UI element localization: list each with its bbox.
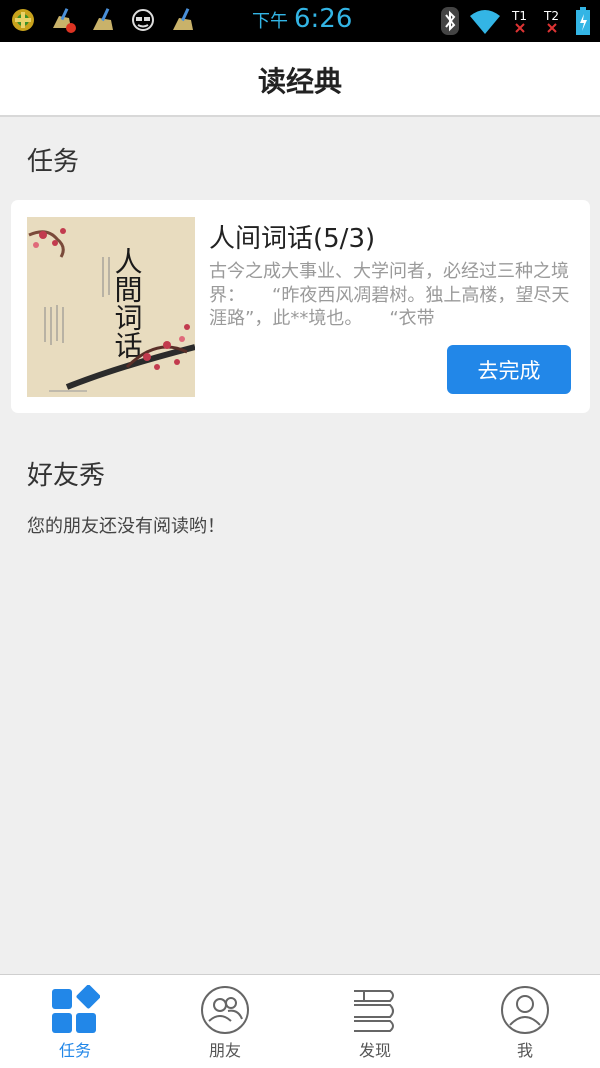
- books-icon: [354, 990, 394, 1032]
- tab-tasks[interactable]: 任务: [0, 975, 150, 1068]
- tab-me-label: 我: [516, 1041, 533, 1060]
- book-title[interactable]: 人间词话(5/3): [209, 218, 375, 255]
- tab-friends-label: 朋友: [208, 1041, 241, 1060]
- cleaner-icon: [88, 5, 118, 35]
- wifi-icon: [470, 10, 500, 34]
- svg-text:T1: T1: [511, 9, 527, 23]
- sim1-no-signal-icon: T1: [511, 9, 527, 33]
- complete-task-button[interactable]: 去完成: [447, 345, 571, 394]
- bottom-tab-bar: 任务 朋友 发现 我: [0, 974, 600, 1068]
- friends-icon: [201, 986, 249, 1034]
- task-card[interactable]: 人間词话 人间词话(5/3) 古今之成大事业、大学问者，必经过三种之境界： “昨…: [11, 200, 590, 413]
- tab-friends[interactable]: 朋友: [150, 975, 300, 1068]
- friends-empty-message: 您的朋友还没有阅读哟！: [27, 516, 225, 537]
- cleaner-icon-2: [168, 5, 198, 35]
- status-ampm: 下午: [252, 11, 288, 32]
- svg-text:T2: T2: [543, 9, 559, 23]
- status-time: 6:26: [294, 4, 353, 34]
- notification-icons: [8, 5, 198, 35]
- tab-discover[interactable]: 发现: [300, 975, 450, 1068]
- tasks-section-title: 任务: [27, 147, 80, 177]
- tab-me[interactable]: 我: [450, 975, 600, 1068]
- glasses-face-icon: [128, 5, 158, 35]
- tab-tasks-label: 任务: [58, 1041, 91, 1060]
- app-bar: 读经典: [0, 42, 600, 117]
- tab-discover-label: 发现: [358, 1041, 391, 1060]
- sim2-no-signal-icon: T2: [543, 9, 559, 33]
- book-description: 古今之成大事业、大学问者，必经过三种之境界： “昨夜西风凋碧树。独上高楼，望尽天…: [209, 261, 570, 329]
- battery-charging-icon: [576, 7, 590, 35]
- friends-section-title: 好友秀: [27, 461, 106, 491]
- cover-title: 人間词话: [111, 247, 144, 359]
- book-cover: 人間词话: [27, 217, 195, 397]
- page-title: 读经典: [257, 65, 342, 98]
- system-icons: T1 T2: [440, 6, 592, 36]
- status-bar: 下午 6:26 T1 T2: [0, 0, 600, 42]
- status-clock: 下午 6:26: [252, 4, 352, 34]
- profile-icon: [501, 986, 549, 1034]
- book-cover-art: 人間词话: [27, 217, 195, 397]
- tasks-grid-icon: [52, 985, 100, 1033]
- bluetooth-icon: [441, 7, 459, 35]
- app-notification-icon: [8, 5, 38, 35]
- cleaner-alert-icon: [48, 5, 78, 35]
